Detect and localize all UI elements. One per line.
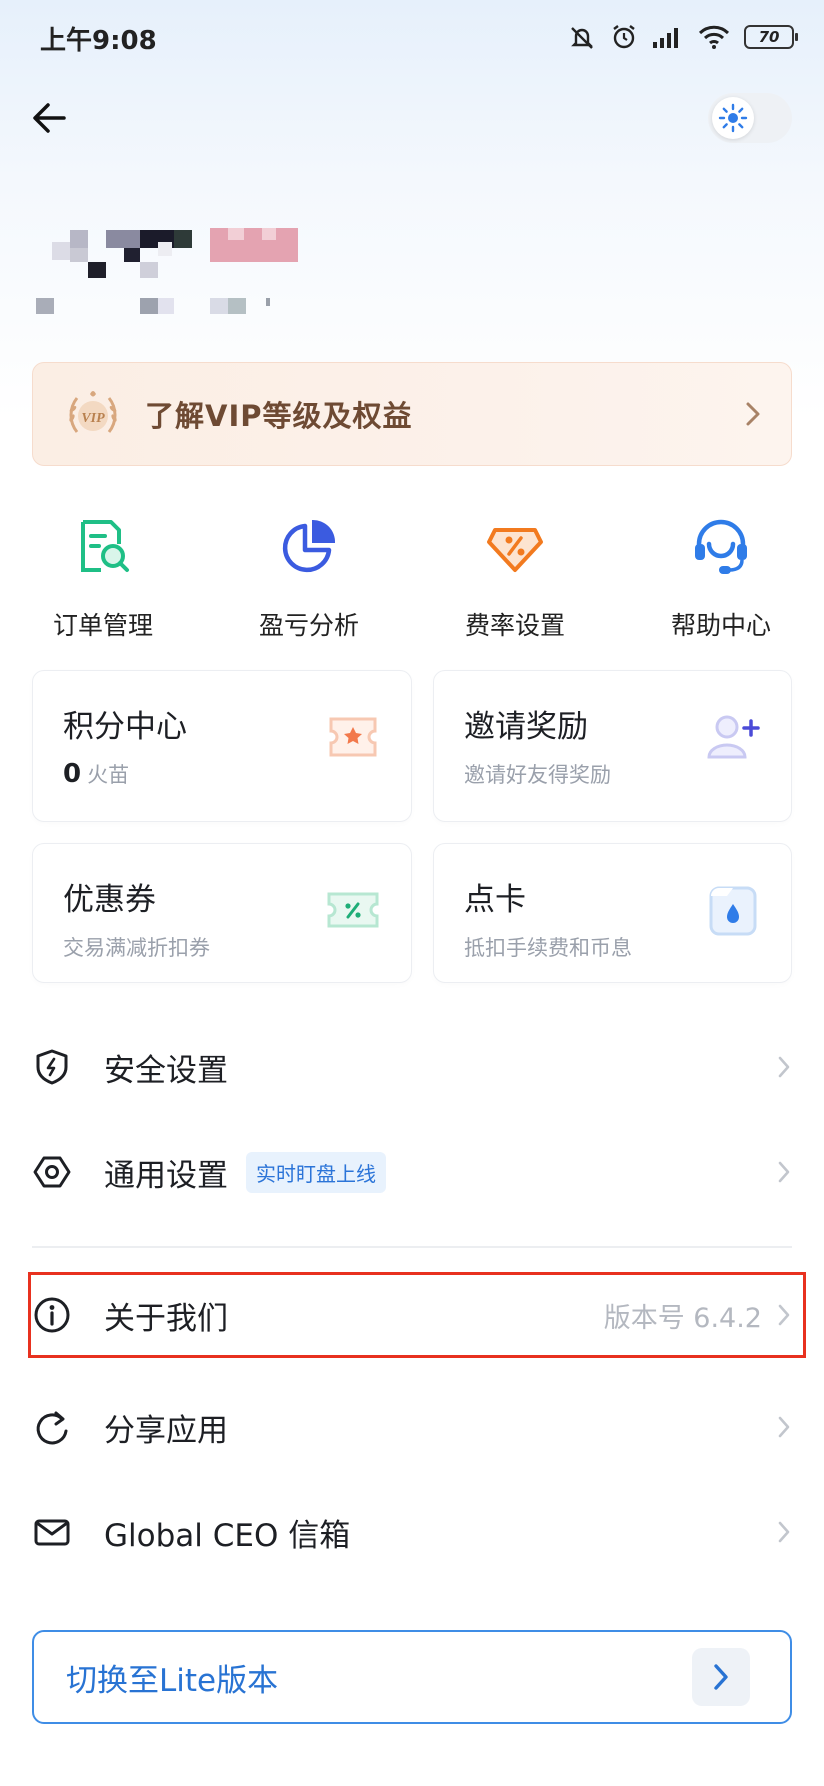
card-subtitle: 0 火苗 <box>63 759 129 789</box>
add-user-icon <box>703 707 763 767</box>
profile-name-pixelated <box>0 220 824 320</box>
card-point-card[interactable]: 点卡 抵扣手续费和币息 <box>433 843 792 983</box>
hexagon-settings-icon <box>32 1152 72 1192</box>
card-subtitle: 邀请好友得奖励 <box>464 763 611 787</box>
vip-banner[interactable]: VIP 了解VIP等级及权益 <box>32 362 792 466</box>
section-divider <box>32 1246 792 1248</box>
switch-lite-button[interactable]: 切换至Lite版本 <box>32 1630 792 1724</box>
mute-icon <box>568 23 596 51</box>
arrow-left-icon <box>33 103 66 133</box>
card-subtitle: 交易满减折扣券 <box>63 936 210 960</box>
card-title: 点卡 <box>464 882 526 918</box>
quick-action-fee[interactable]: 费率设置 <box>412 510 618 642</box>
card-title: 优惠券 <box>63 882 156 918</box>
point-card-icon <box>703 880 763 940</box>
alarm-icon <box>610 23 638 51</box>
feature-tag: 实时盯盘上线 <box>246 1151 386 1193</box>
percent-tag-icon <box>479 510 551 582</box>
vip-banner-label: 了解VIP等级及权益 <box>145 399 413 433</box>
card-coupons[interactable]: 优惠券 交易满减折扣券 <box>32 843 412 983</box>
menu-label: 安全设置 <box>104 1052 228 1089</box>
quick-action-help[interactable]: 帮助中心 <box>618 510 824 642</box>
status-icons: 70 <box>568 20 798 54</box>
info-icon <box>32 1295 72 1335</box>
quick-action-label: 盈亏分析 <box>258 611 359 640</box>
quick-action-pnl[interactable]: 盈亏分析 <box>206 510 412 642</box>
chevron-right-icon <box>778 1521 790 1543</box>
sun-icon <box>712 97 754 139</box>
points-count: 0 <box>63 759 82 789</box>
points-unit: 火苗 <box>87 763 130 787</box>
coupon-icon <box>323 880 383 940</box>
card-title: 邀请奖励 <box>464 709 588 745</box>
wifi-icon <box>698 24 730 50</box>
share-refresh-icon <box>32 1407 72 1447</box>
menu-security-settings[interactable]: 安全设置 <box>32 1025 792 1109</box>
menu-about-us[interactable]: 关于我们 版本号 6.4.2 <box>32 1273 792 1357</box>
quick-action-label: 帮助中心 <box>670 611 771 640</box>
svg-text:VIP: VIP <box>81 411 105 426</box>
theme-toggle[interactable] <box>708 93 792 143</box>
vip-laurel-icon: VIP <box>63 384 123 444</box>
quick-actions: 订单管理 盈亏分析 费率设置 帮助中心 <box>0 510 824 642</box>
chevron-right-icon <box>778 1416 790 1438</box>
signal-icon <box>652 24 684 50</box>
quick-action-orders[interactable]: 订单管理 <box>0 510 206 642</box>
status-time: 上午9:08 <box>40 26 157 56</box>
card-invite-reward[interactable]: 邀请奖励 邀请好友得奖励 <box>433 670 792 822</box>
order-search-icon <box>67 510 139 582</box>
menu-ceo-mailbox[interactable]: Global CEO 信箱 <box>32 1490 792 1574</box>
mail-icon <box>32 1512 72 1552</box>
card-title: 积分中心 <box>63 709 187 745</box>
points-ticket-icon <box>323 707 383 767</box>
pie-chart-icon <box>273 510 345 582</box>
menu-share-app[interactable]: 分享应用 <box>32 1385 792 1469</box>
switch-lite-label: 切换至Lite版本 <box>66 1662 279 1699</box>
battery-icon: 70 <box>744 25 798 49</box>
chevron-right-icon <box>778 1304 790 1326</box>
chevron-right-icon <box>778 1056 790 1078</box>
menu-label: Global CEO 信箱 <box>104 1517 351 1554</box>
card-points-center[interactable]: 积分中心 0 火苗 <box>32 670 412 822</box>
menu-label: 分享应用 <box>104 1412 228 1449</box>
menu-label: 关于我们 <box>104 1300 228 1337</box>
headset-icon <box>685 510 757 582</box>
quick-action-label: 费率设置 <box>464 611 565 640</box>
chevron-right-icon <box>778 1161 790 1183</box>
quick-action-label: 订单管理 <box>52 611 153 640</box>
card-subtitle: 抵扣手续费和币息 <box>464 936 632 960</box>
shield-icon <box>32 1047 72 1087</box>
chevron-right-icon <box>746 402 760 426</box>
chevron-right-icon <box>692 1648 750 1706</box>
menu-general-settings[interactable]: 通用设置 实时盯盘上线 <box>32 1130 792 1214</box>
menu-label: 通用设置 <box>104 1157 228 1194</box>
back-button[interactable] <box>28 96 72 140</box>
version-number: 版本号 6.4.2 <box>603 1302 762 1334</box>
